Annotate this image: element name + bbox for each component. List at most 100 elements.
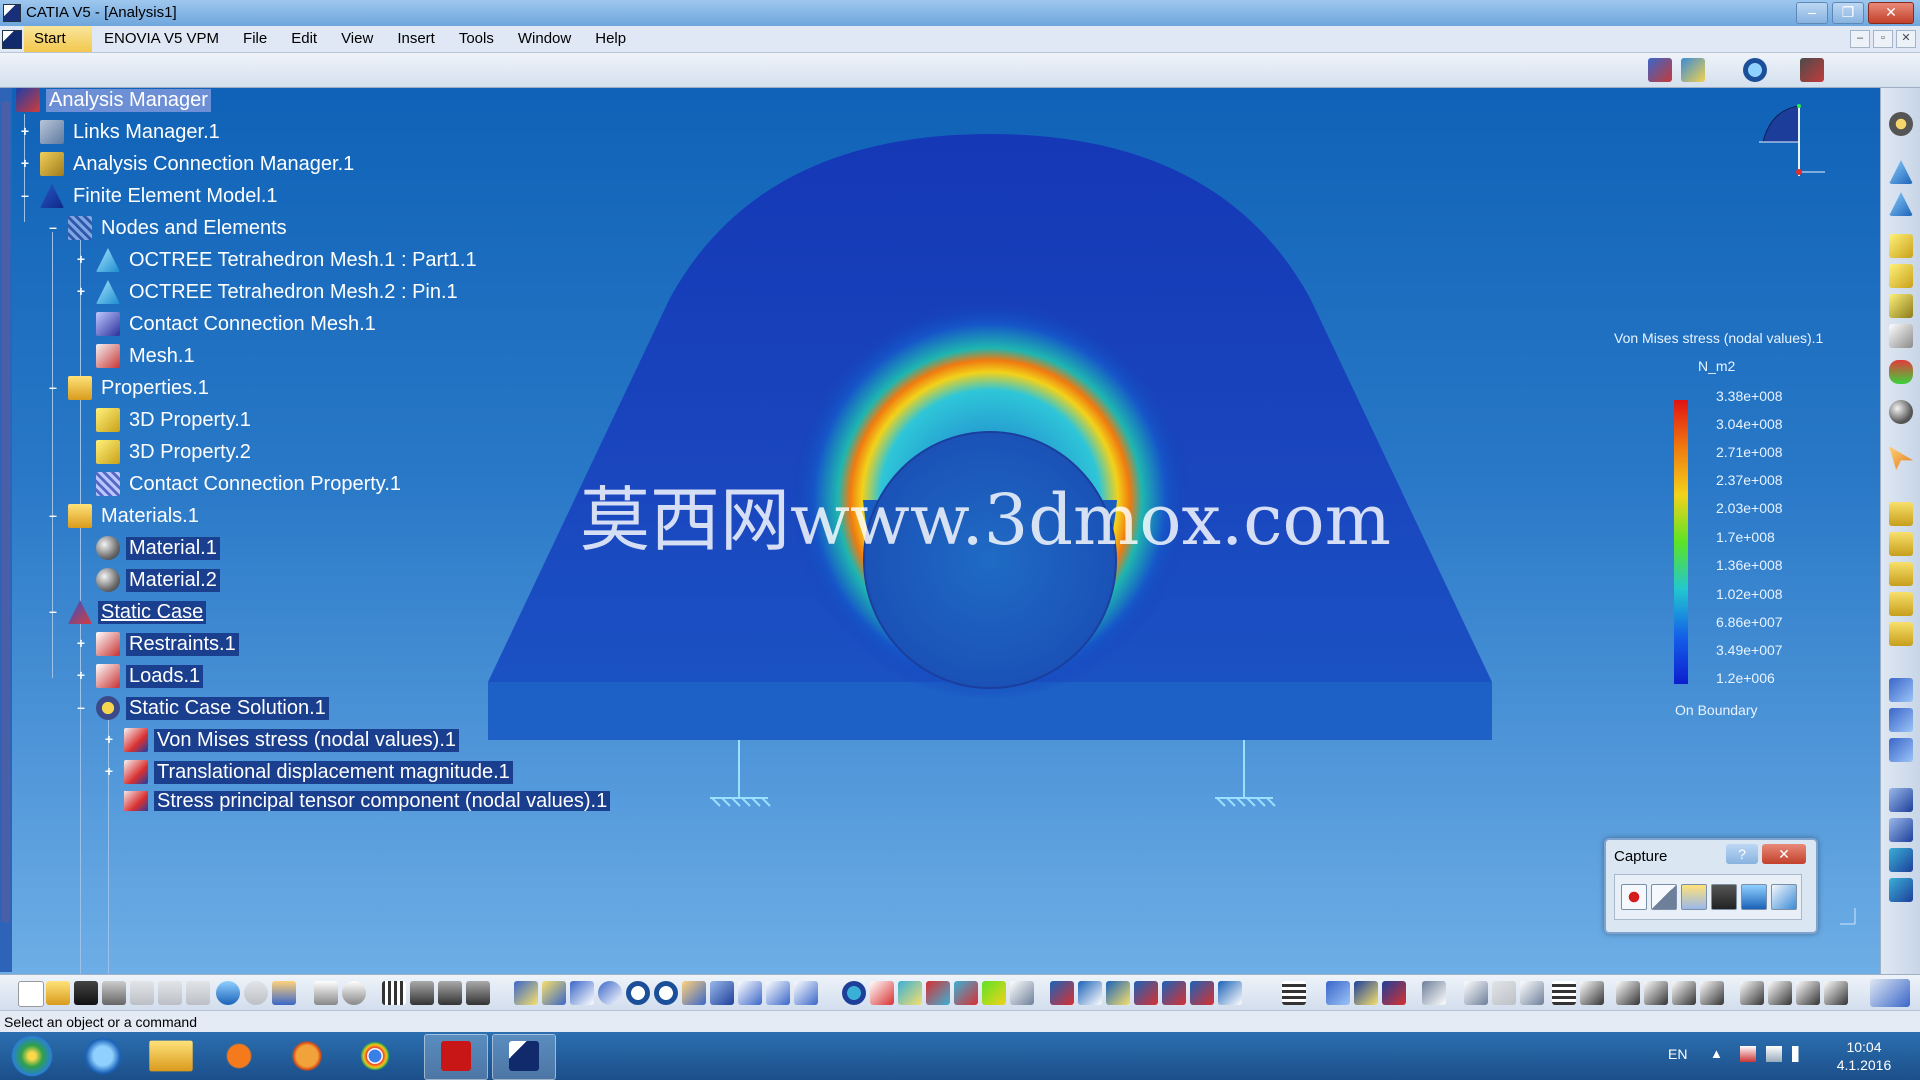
tree-node-properties[interactable]: – Properties.1 xyxy=(49,375,212,401)
menu-window[interactable]: Window xyxy=(506,26,583,52)
tree-node-displacement-image[interactable]: + Translational displacement magnitude.1 xyxy=(105,759,513,785)
restraint-tool-icon[interactable] xyxy=(1889,502,1913,526)
tree-node-analysis-manager[interactable]: Analysis Manager xyxy=(16,87,211,113)
compute-gear-icon[interactable] xyxy=(1889,112,1913,136)
tree-node-tetra-mesh-part[interactable]: + OCTREE Tetrahedron Mesh.1 : Part1.1 xyxy=(77,247,480,273)
doc-close-button[interactable]: ✕ xyxy=(1896,30,1916,48)
tree-node-static-case[interactable]: – Static Case xyxy=(49,599,207,625)
filter-icon[interactable] xyxy=(1824,981,1848,1005)
menu-file[interactable]: File xyxy=(231,26,279,52)
displacement-icon[interactable] xyxy=(926,981,950,1005)
views-icon[interactable] xyxy=(710,981,734,1005)
comment-icon[interactable] xyxy=(342,981,366,1005)
redo-icon[interactable] xyxy=(244,981,268,1005)
select-arrow-icon[interactable] xyxy=(1889,446,1913,470)
restraint-tool-5-icon[interactable] xyxy=(1889,622,1913,646)
expand-plus-icon[interactable]: + xyxy=(103,732,115,746)
mass-tool-2-icon[interactable] xyxy=(1889,878,1913,902)
close-button[interactable]: ✕ xyxy=(1868,2,1914,24)
menu-view[interactable]: View xyxy=(329,26,385,52)
compute-icon[interactable] xyxy=(842,981,866,1005)
von-mises-icon[interactable] xyxy=(898,981,922,1005)
paste-icon[interactable] xyxy=(186,981,210,1005)
tree-node-static-case-solution[interactable]: – Static Case Solution.1 xyxy=(77,695,329,721)
tree-node-materials[interactable]: – Materials.1 xyxy=(49,503,202,529)
animate-icon[interactable] xyxy=(1010,981,1034,1005)
load-moment-icon[interactable] xyxy=(1889,738,1913,762)
amplification-icon[interactable] xyxy=(1078,981,1102,1005)
rotate-icon[interactable] xyxy=(598,981,622,1005)
mesh-tool-2-icon[interactable] xyxy=(1889,192,1913,216)
volume-icon[interactable] xyxy=(1792,1046,1808,1062)
options-icon[interactable] xyxy=(1681,884,1707,910)
new-document-icon[interactable] xyxy=(18,981,44,1007)
capture-mode-icon[interactable] xyxy=(1711,884,1737,910)
capture-help-button[interactable]: ? xyxy=(1726,844,1758,864)
tree-scrollbar[interactable] xyxy=(0,88,12,972)
cut-plane-icon[interactable] xyxy=(1050,981,1074,1005)
group-icon[interactable] xyxy=(1326,981,1350,1005)
axis-compass-icon[interactable] xyxy=(1755,100,1825,180)
extrema-icon[interactable] xyxy=(1106,981,1130,1005)
catalog-icon[interactable] xyxy=(438,981,462,1005)
sensor-list-icon[interactable] xyxy=(1282,981,1306,1005)
fly-mode-icon[interactable] xyxy=(1648,58,1672,82)
file-explorer-icon[interactable] xyxy=(149,1040,193,1072)
formula-icon[interactable] xyxy=(314,981,338,1005)
load-force-icon[interactable] xyxy=(1889,708,1913,732)
whats-this-icon[interactable] xyxy=(272,981,296,1005)
shell-property-icon[interactable] xyxy=(1889,264,1913,288)
property-tool-icon[interactable] xyxy=(1889,234,1913,258)
normal-view-icon[interactable] xyxy=(682,981,706,1005)
view-settings-icon[interactable] xyxy=(1768,981,1792,1005)
restore-button[interactable]: ❐ xyxy=(1832,2,1864,24)
adaptivity-icon[interactable] xyxy=(1464,981,1488,1005)
acrobat-task[interactable] xyxy=(424,1034,488,1080)
restraint-tool-3-icon[interactable] xyxy=(1889,562,1913,586)
image-album-icon[interactable] xyxy=(1741,884,1767,910)
tree-node-restraints[interactable]: + Restraints.1 xyxy=(77,631,239,657)
external-storage-icon[interactable] xyxy=(1552,981,1576,1005)
undo-icon[interactable] xyxy=(216,981,240,1005)
storage-icon[interactable] xyxy=(1520,981,1544,1005)
internet-explorer-icon[interactable] xyxy=(72,1034,134,1078)
deformation-icon[interactable] xyxy=(870,981,894,1005)
tree-node-loads[interactable]: + Loads.1 xyxy=(77,663,204,689)
open-folder-icon[interactable] xyxy=(46,981,70,1005)
expand-plus-icon[interactable]: + xyxy=(75,636,87,650)
save-capture-icon[interactable] xyxy=(1771,884,1797,910)
zoom-search-icon[interactable] xyxy=(1743,58,1767,82)
image-edit-icon[interactable] xyxy=(1422,981,1446,1005)
connection-tool-icon[interactable] xyxy=(1889,324,1913,348)
print-icon[interactable] xyxy=(102,981,126,1005)
zoom-in-icon[interactable] xyxy=(626,981,650,1005)
collapse-minus-icon[interactable]: – xyxy=(47,380,59,394)
tree-node-principal-stress-image[interactable]: + Stress principal tensor component (nod… xyxy=(124,791,611,811)
record-icon[interactable] xyxy=(1621,884,1647,910)
virtual-part-2-icon[interactable] xyxy=(1889,818,1913,842)
tree-node-mesh[interactable]: Mesh.1 xyxy=(96,343,198,369)
delete-data-icon[interactable] xyxy=(1644,981,1668,1005)
collapse-minus-icon[interactable]: – xyxy=(75,700,87,714)
beam-property-icon[interactable] xyxy=(1889,294,1913,318)
restraint-tool-2-icon[interactable] xyxy=(1889,532,1913,556)
walk-mode-icon[interactable] xyxy=(1681,58,1705,82)
minimize-button[interactable]: – xyxy=(1796,2,1828,24)
save-icon[interactable] xyxy=(74,981,98,1005)
tree-node-material-1[interactable]: Material.1 xyxy=(96,535,220,561)
select-pointer-icon[interactable] xyxy=(1651,884,1677,910)
collapse-minus-icon[interactable]: – xyxy=(47,220,59,234)
doc-restore-button[interactable]: ▫ xyxy=(1873,30,1893,48)
tray-expand-icon[interactable]: ▲ xyxy=(1710,1046,1723,1061)
copy-icon[interactable] xyxy=(158,981,182,1005)
fit-all-icon[interactable] xyxy=(542,981,566,1005)
copy-data-icon[interactable] xyxy=(1672,981,1696,1005)
collapse-minus-icon[interactable]: – xyxy=(19,188,31,202)
render-style-icon[interactable] xyxy=(738,981,762,1005)
tree-node-contact-connection-mesh[interactable]: Contact Connection Mesh.1 xyxy=(96,311,379,337)
sensor-tool-icon[interactable] xyxy=(1889,360,1913,384)
catia-task[interactable] xyxy=(492,1034,556,1080)
restraint-tool-4-icon[interactable] xyxy=(1889,592,1913,616)
tree-node-3d-property-1[interactable]: 3D Property.1 xyxy=(96,407,254,433)
clock[interactable]: 10:04 4.1.2016 xyxy=(1820,1038,1908,1074)
